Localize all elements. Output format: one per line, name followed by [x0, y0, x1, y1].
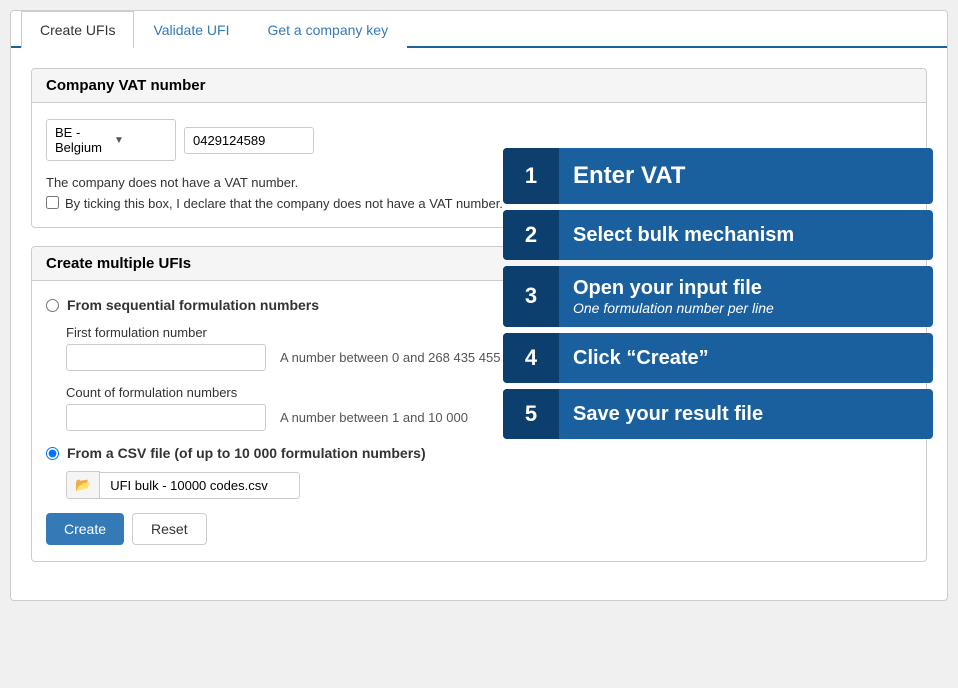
file-input-row: 📂 UFI bulk - 10000 codes.csv [66, 471, 912, 499]
sequential-label: From sequential formulation numbers [67, 297, 319, 313]
step-5-number: 5 [503, 389, 559, 439]
step-2-text: Select bulk mechanism [559, 213, 808, 257]
step-2: 2 Select bulk mechanism [503, 210, 933, 260]
tab-validate-ufi[interactable]: Validate UFI [134, 11, 248, 48]
step-1-number: 1 [503, 148, 559, 204]
sequential-radio[interactable] [46, 299, 59, 312]
page-content: Company VAT number BE - Belgium ▼ The co… [11, 48, 947, 600]
step-5-text: Save your result file [559, 392, 777, 436]
no-vat-checkbox-label: By ticking this box, I declare that the … [65, 196, 503, 211]
steps-overlay: 1 Enter VAT 2 Select bulk mechanism 3 Op… [503, 148, 933, 439]
reset-button[interactable]: Reset [132, 513, 207, 545]
step-4-text: Click “Create” [559, 336, 723, 380]
file-folder-icon: 📂 [75, 477, 91, 493]
step-3-subtext: One formulation number per line [573, 300, 774, 317]
vat-section-title: Company VAT number [32, 69, 926, 103]
csv-radio[interactable] [46, 447, 59, 460]
action-buttons: Create Reset [46, 513, 912, 545]
first-number-hint: A number between 0 and 268 435 455 [280, 350, 500, 365]
main-container: Create UFIs Validate UFI Get a company k… [10, 10, 948, 601]
country-value: BE - Belgium [55, 125, 108, 155]
csv-radio-row: From a CSV file (of up to 10 000 formula… [46, 445, 912, 461]
no-vat-checkbox[interactable] [46, 196, 59, 209]
step-1: 1 Enter VAT [503, 148, 933, 204]
create-button[interactable]: Create [46, 513, 124, 545]
tab-get-company-key[interactable]: Get a company key [248, 11, 407, 48]
file-browse-button[interactable]: 📂 [66, 471, 100, 499]
step-3: 3 Open your input file One formulation n… [503, 266, 933, 327]
tab-create-ufis[interactable]: Create UFIs [21, 11, 134, 48]
vat-number-input[interactable] [184, 127, 314, 154]
step-3-text: Open your input file One formulation num… [559, 266, 788, 327]
step-4: 4 Click “Create” [503, 333, 933, 383]
tab-bar: Create UFIs Validate UFI Get a company k… [11, 11, 947, 48]
dropdown-arrow-icon: ▼ [114, 135, 167, 146]
csv-label: From a CSV file (of up to 10 000 formula… [67, 445, 426, 461]
step-3-number: 3 [503, 266, 559, 327]
count-input[interactable] [66, 404, 266, 431]
country-select[interactable]: BE - Belgium ▼ [46, 119, 176, 161]
step-5: 5 Save your result file [503, 389, 933, 439]
step-1-text: Enter VAT [559, 152, 699, 201]
step-4-number: 4 [503, 333, 559, 383]
step-2-number: 2 [503, 210, 559, 260]
count-hint: A number between 1 and 10 000 [280, 410, 468, 425]
file-name-display: UFI bulk - 10000 codes.csv [100, 472, 300, 499]
first-number-input[interactable] [66, 344, 266, 371]
